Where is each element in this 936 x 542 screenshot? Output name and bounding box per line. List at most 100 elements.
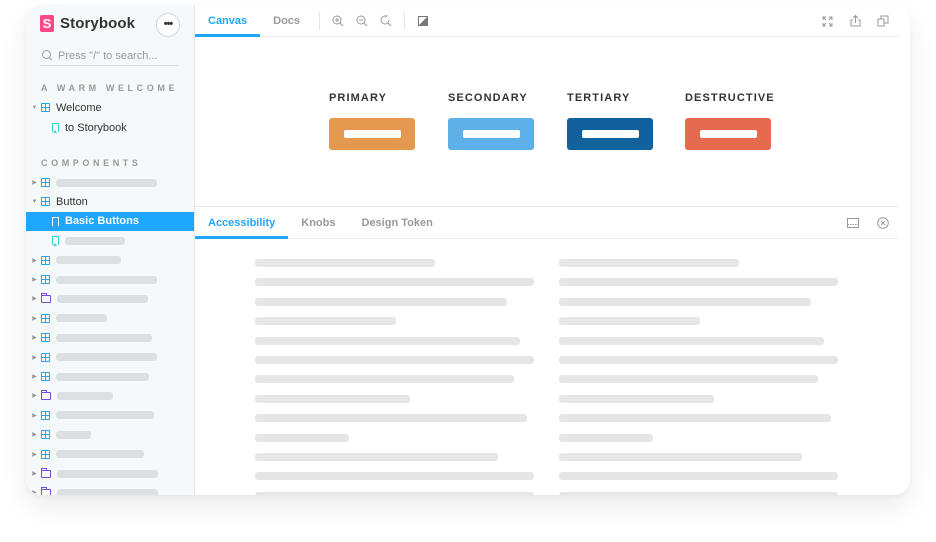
- share-button[interactable]: [843, 15, 867, 27]
- button-group-tertiary: TERTIARY: [567, 92, 653, 150]
- tab-canvas[interactable]: Canvas: [195, 5, 261, 37]
- destructive-button[interactable]: [685, 118, 771, 150]
- tree-item-label: Button: [56, 195, 88, 208]
- content-placeholder-line: [255, 453, 498, 461]
- tree-item-placeholder[interactable]: ▶: [26, 328, 194, 347]
- caret-right-icon: ▶: [32, 374, 37, 380]
- folder-icon: [41, 292, 51, 303]
- caret-right-icon: ▶: [32, 490, 37, 495]
- caret-right-icon: ▶: [32, 335, 37, 342]
- tab-design-token[interactable]: Design Token: [349, 207, 446, 238]
- folder-icon: [41, 467, 51, 478]
- tree-item-placeholder[interactable]: ▶: [26, 367, 194, 386]
- search-input[interactable]: [58, 49, 178, 62]
- label-placeholder: [57, 488, 158, 495]
- label-placeholder: [56, 353, 157, 362]
- addons-panel-tabs: Accessibility Knobs Design Token: [195, 206, 899, 239]
- tree-item-placeholder[interactable]: ▶: [26, 464, 194, 483]
- label-placeholder: [57, 469, 158, 478]
- button-label-placeholder: [699, 130, 757, 138]
- close-panel-button[interactable]: [871, 217, 895, 229]
- content-placeholder-line: [559, 336, 824, 345]
- tree-item-placeholder[interactable]: ▶: [26, 348, 194, 367]
- component-icon: [41, 372, 50, 381]
- button-label-placeholder: [343, 130, 401, 138]
- tree-item-placeholder[interactable]: ▶: [26, 386, 194, 405]
- folder-icon: [41, 389, 51, 400]
- button-title: TERTIARY: [567, 92, 631, 104]
- zoom-out-button[interactable]: [350, 5, 374, 36]
- secondary-button[interactable]: [448, 118, 534, 150]
- tree-item-placeholder[interactable]: ▶: [26, 309, 194, 328]
- tree-item-placeholder[interactable]: ▶: [26, 425, 194, 444]
- tree-item-placeholder[interactable]: ▶: [26, 289, 194, 308]
- content-placeholder-line: [559, 414, 831, 423]
- storybook-logo-icon: S: [40, 15, 54, 32]
- tree-item-basic-buttons[interactable]: Basic Buttons: [26, 211, 194, 231]
- panel-position-button[interactable]: [841, 218, 865, 228]
- copy-link-button[interactable]: [871, 15, 895, 27]
- caret-right-icon: ▶: [32, 315, 37, 322]
- component-icon: [41, 449, 50, 459]
- component-icon: [41, 410, 50, 420]
- label-placeholder: [57, 294, 148, 303]
- label-placeholder: [56, 275, 157, 284]
- folder-icon: [41, 486, 51, 495]
- tree-item-welcome[interactable]: ▼ Welcome: [26, 98, 194, 117]
- content-placeholder-line: [255, 297, 507, 306]
- caret-down-icon: ▼: [31, 104, 38, 111]
- menu-button[interactable]: •••: [156, 13, 180, 37]
- tree-item-button[interactable]: ▼ Button: [26, 192, 194, 211]
- addons-tools: [841, 207, 895, 239]
- sidebar: S Storybook ••• A WARM WELCOME ▼ Welcome…: [26, 5, 195, 495]
- search-icon: [42, 50, 53, 61]
- caret-right-icon: ▶: [32, 296, 37, 303]
- button-title: DESTRUCTIVE: [685, 92, 775, 104]
- component-icon: [41, 255, 50, 265]
- toolbar: Canvas Docs: [195, 5, 899, 37]
- section-title-components: COMPONENTS: [41, 158, 142, 168]
- content-placeholder-line: [559, 472, 838, 481]
- close-panel-icon: [877, 217, 889, 229]
- fullscreen-button[interactable]: [815, 16, 839, 27]
- tree-item-placeholder[interactable]: ▶: [26, 173, 194, 192]
- tree-item-placeholder[interactable]: ▶: [26, 270, 194, 289]
- label-placeholder: [56, 256, 121, 265]
- component-icon: [41, 313, 50, 323]
- zoom-in-icon: [332, 15, 344, 26]
- section-title-welcome: A WARM WELCOME: [41, 83, 179, 93]
- content-placeholder-line: [559, 394, 714, 403]
- content-placeholder-line: [559, 453, 802, 461]
- label-placeholder: [56, 314, 107, 323]
- background-icon: [418, 15, 429, 26]
- button-title: SECONDARY: [448, 92, 528, 104]
- share-icon: [850, 15, 860, 27]
- label-placeholder: [56, 333, 152, 342]
- tree-item-placeholder[interactable]: ▶: [26, 483, 194, 495]
- content-placeholder-line: [255, 414, 527, 423]
- content-placeholder-line: [255, 356, 534, 364]
- content-placeholder-line: [255, 336, 520, 345]
- tertiary-button[interactable]: [567, 118, 653, 150]
- search-box[interactable]: [40, 46, 179, 66]
- tree-item-placeholder[interactable]: [26, 231, 194, 250]
- tab-knobs[interactable]: Knobs: [288, 207, 348, 238]
- brand-name: Storybook: [60, 15, 136, 32]
- content-placeholder-line: [559, 297, 811, 306]
- content-placeholder-line: [559, 278, 838, 287]
- brand[interactable]: S Storybook: [40, 15, 135, 32]
- component-icon: [41, 275, 50, 284]
- tree-item-placeholder[interactable]: ▶: [26, 445, 194, 464]
- caret-right-icon: ▶: [32, 393, 37, 400]
- caret-right-icon: ▶: [32, 354, 37, 361]
- background-button[interactable]: [411, 5, 435, 36]
- tree-item-placeholder[interactable]: ▶: [26, 406, 194, 425]
- zoom-reset-button[interactable]: [374, 5, 398, 36]
- primary-button[interactable]: [329, 118, 415, 150]
- tab-accessibility[interactable]: Accessibility: [195, 207, 289, 239]
- tree-item-to-storybook[interactable]: to Storybook: [26, 118, 194, 137]
- tab-docs[interactable]: Docs: [260, 5, 313, 36]
- content-placeholder-line: [255, 259, 435, 267]
- zoom-in-button[interactable]: [326, 5, 350, 36]
- tree-item-placeholder[interactable]: ▶: [26, 251, 194, 270]
